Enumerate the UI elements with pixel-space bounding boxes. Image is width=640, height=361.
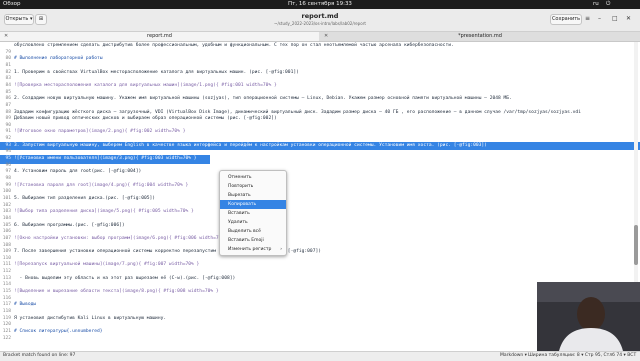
document-path: ~/study_2022-2023/os-intro/labs/lab02/re… (274, 21, 366, 26)
scrollbar-thumb[interactable] (634, 225, 638, 265)
new-tab-button[interactable]: ⊞ (35, 14, 47, 25)
context-menu-item-label: Повторить (228, 184, 254, 189)
context-menu-item-label: Вставить Emoji (228, 238, 264, 243)
tab-report-md[interactable]: ✕ report.md (0, 32, 319, 41)
cursor-position-info[interactable]: Ширина табуляции: 8 ▾ Стр 95, Стлб 74 ▾ … (528, 353, 636, 358)
context-menu-item[interactable]: Повторить (220, 182, 286, 191)
line-text: Я установил дистибутив Kali Linux в вирт… (14, 315, 167, 321)
save-button[interactable]: Сохранить (550, 14, 582, 25)
webcam-overlay-image (537, 282, 640, 351)
line-text: ![Выбор типа разделения диска](image/5.p… (14, 209, 194, 215)
chevron-right-icon: › (280, 247, 282, 252)
open-button[interactable]: Открыть ▾ (4, 14, 34, 25)
chevron-down-icon: ▾ (29, 16, 33, 22)
context-menu-item-label: Удалить (228, 220, 248, 225)
line-text: - Вновь выделим эту область и на этот ра… (14, 275, 236, 281)
line-text: обусловлено стремлением сделать дистрибу… (14, 43, 454, 48)
open-button-label: Открыть (5, 16, 29, 22)
system-clock[interactable]: Пт, 16 сентября 19:33 (0, 1, 640, 7)
line-text: ![Выделение и вырезание области текста](… (14, 289, 219, 295)
editor-header-bar: Открыть ▾ ⊞ report.md ~/study_2022-2023/… (0, 9, 640, 32)
context-menu-item[interactable]: Отменить (220, 173, 286, 182)
line-text: # Список литературы{.unnumbered} (14, 328, 103, 334)
line-text: Добавим новый привод оптических дисков и… (14, 116, 277, 122)
line-number: 122 (2, 335, 11, 341)
line-text: ![Установка имени пользователя](image/3.… (14, 156, 197, 162)
keyboard-layout-indicator[interactable]: ru (593, 1, 599, 7)
line-text: ![Окно настройки установки: выбор програ… (14, 235, 230, 241)
save-button-label: Сохранить (551, 16, 581, 22)
language-mode-selector[interactable]: Markdown ▾ (500, 353, 527, 358)
line-text: ![Проверка месторасположения каталога дл… (14, 82, 277, 88)
line-text: 2. Создадим новую виртуальную машину. Ук… (14, 96, 512, 102)
maximize-icon[interactable]: □ (612, 15, 618, 22)
line-text: ![Установка пароля для root](image/4.png… (14, 182, 189, 188)
context-menu-item-label: Выделить всё (228, 229, 261, 234)
close-tab-icon[interactable]: ✕ (4, 32, 8, 41)
tab-bar: ✕ report.md ✕ *presentation.md (0, 32, 640, 42)
document-title: report.md (301, 12, 339, 20)
context-menu-item[interactable]: Вырезать (220, 191, 286, 200)
line-text: ![Перезапуск виртуальной машины](image/7… (14, 262, 200, 268)
context-menu-item[interactable]: Удалить (220, 218, 286, 227)
context-menu-item-label: Вырезать (228, 193, 251, 198)
context-menu-item[interactable]: Вставить (220, 209, 286, 218)
line-text: ![Итоговое окно параметров](image/2.png)… (14, 129, 186, 135)
context-menu-item[interactable]: Изменить регистр › (220, 245, 286, 254)
hamburger-menu-icon[interactable]: ≡ (585, 15, 590, 22)
line-text: 3. Запустим виртуальную машину, выберем … (14, 142, 487, 148)
context-menu-item-label: Копировать (228, 202, 257, 207)
line-text: 5. Выбираем тип разделения диска.(рис. [… (14, 195, 156, 201)
close-tab-icon[interactable]: ✕ (324, 32, 328, 41)
status-message: Bracket match found on line: 97 (3, 353, 76, 358)
context-menu-item-label: Отменить (228, 175, 252, 180)
tab-presentation-md[interactable]: ✕ *presentation.md (320, 32, 640, 41)
tab-label: report.md (147, 33, 172, 39)
line-text: # Выводы (14, 302, 37, 308)
minimize-icon[interactable]: – (598, 15, 601, 22)
line-text: 1. Проверим в свойствах VirtualBox место… (14, 69, 299, 75)
line-text: 6. Выбираем программы.(рис. [-@fig:006]) (14, 222, 125, 228)
context-menu: Отменить Повторить Вырезать Копировать Встав… (219, 170, 287, 256)
context-menu-item-label: Изменить регистр (228, 247, 272, 252)
line-text: Зададим конфигурацию жёсткого диска — за… (14, 109, 581, 115)
tab-label: *presentation.md (458, 33, 502, 39)
context-menu-item[interactable]: Копировать (220, 200, 286, 209)
system-menu-icon[interactable]: ⏻ (606, 1, 611, 8)
context-menu-item-label: Вставить (228, 211, 250, 216)
context-menu-item[interactable]: Вставить Emoji (220, 236, 286, 245)
new-document-icon: ⊞ (38, 16, 44, 22)
system-top-bar: Обзор Пт, 16 сентября 19:33 ru ⏻ (0, 0, 640, 9)
line-text: 4. Установим пароль для root(рис. [-@fig… (14, 169, 142, 175)
close-window-icon[interactable]: ✕ (626, 15, 631, 22)
context-menu-item[interactable]: Выделить всё (220, 227, 286, 236)
line-text: # Выполнение лабораторной работы (14, 56, 103, 62)
